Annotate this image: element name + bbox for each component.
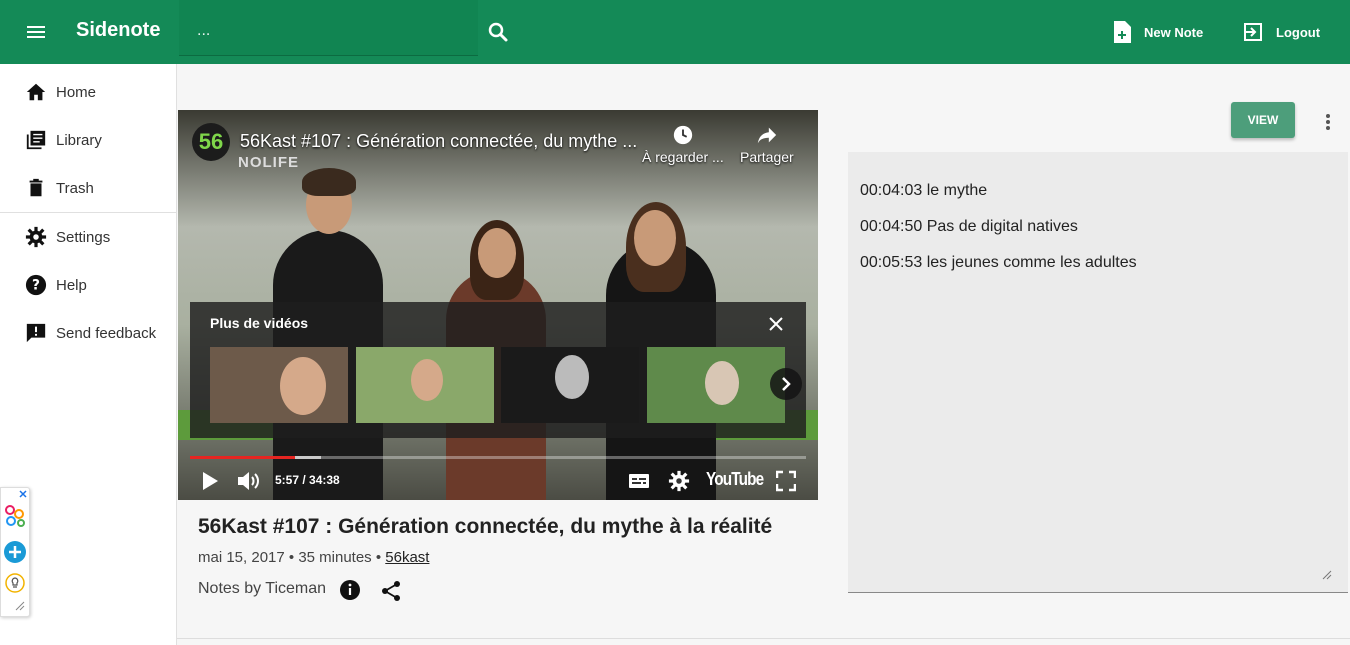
- svg-text:?: ?: [32, 278, 40, 294]
- subtitles-icon[interactable]: [628, 470, 650, 492]
- sidebar-item-label: Home: [56, 83, 97, 101]
- watch-later-button[interactable]: À regarder ...: [642, 124, 724, 165]
- play-icon[interactable]: [200, 470, 220, 492]
- more-videos-label: Plus de vidéos: [210, 315, 309, 331]
- library-icon: [26, 130, 46, 150]
- info-icon[interactable]: [340, 580, 360, 600]
- share-arrow-icon: [757, 127, 777, 144]
- search-box: [179, 0, 478, 56]
- share-video-button[interactable]: Partager: [740, 124, 794, 165]
- home-icon: [26, 83, 46, 101]
- watch-later-label: À regarder ...: [642, 149, 724, 165]
- video-thumbnail[interactable]: [356, 347, 494, 423]
- youtube-logo[interactable]: YouTube: [706, 469, 764, 490]
- help-icon: ?: [25, 274, 47, 296]
- app-title[interactable]: Sidenote: [76, 19, 160, 42]
- note-line: 00:05:53 les jeunes comme les adultes: [860, 254, 1137, 271]
- note-line: 00:04:50 Pas de digital natives: [860, 218, 1078, 235]
- progress-played: [190, 456, 295, 459]
- settings-icon[interactable]: [668, 470, 690, 492]
- video-meta: mai 15, 2017 • 35 minutes • 56kast: [198, 549, 429, 566]
- video-thumbnail[interactable]: [210, 347, 348, 423]
- close-icon[interactable]: [19, 490, 27, 498]
- sidebar-item-label: Send feedback: [56, 324, 157, 342]
- new-note-label: New Note: [1144, 24, 1204, 40]
- sidebar-item-send-feedback[interactable]: Send feedback: [0, 309, 176, 357]
- sidebar-item-label: Help: [56, 276, 87, 294]
- sidebar-item-help[interactable]: ? Help: [0, 261, 176, 309]
- sidebar-item-label: Trash: [56, 179, 94, 197]
- video-thumbnail[interactable]: [501, 347, 639, 423]
- search-input[interactable]: [195, 18, 459, 44]
- new-note-icon: [1114, 21, 1131, 43]
- sidebar-item-settings[interactable]: Settings: [0, 213, 176, 261]
- logout-icon: [1244, 23, 1262, 41]
- fullscreen-icon[interactable]: [776, 470, 796, 492]
- extension-logo-icon[interactable]: [4, 504, 26, 528]
- video-player[interactable]: 56 NOLIFE 56Kast #107 : Génération conne…: [178, 110, 818, 500]
- trash-icon: [29, 178, 43, 197]
- share-icon[interactable]: [380, 580, 402, 602]
- time-display: 5:57 / 34:38: [275, 473, 340, 487]
- sidebar-item-label: Library: [56, 131, 102, 149]
- note-line: 00:04:03 le mythe: [860, 182, 988, 199]
- volume-icon[interactable]: [236, 470, 262, 492]
- logout-label: Logout: [1276, 24, 1321, 40]
- share-label: Partager: [740, 149, 794, 165]
- video-thumbnail[interactable]: [647, 347, 785, 423]
- sidebar-item-library[interactable]: Library: [0, 116, 176, 164]
- search-icon[interactable]: [486, 20, 510, 44]
- view-button[interactable]: VIEW: [1231, 102, 1295, 138]
- progress-buffered: [294, 456, 321, 459]
- extension-widget: [0, 487, 30, 617]
- menu-icon[interactable]: [24, 20, 48, 44]
- sidebar-item-home[interactable]: Home: [0, 68, 176, 116]
- bottom-divider: [177, 638, 1350, 639]
- gear-icon: [25, 226, 47, 248]
- sidebar-item-label: Settings: [56, 228, 111, 246]
- channel-watermark: NOLIFE: [238, 154, 299, 171]
- chevron-right-icon: [782, 377, 791, 391]
- channel-link[interactable]: 56kast: [385, 549, 429, 566]
- notes-textarea[interactable]: 00:04:03 le mythe 00:04:50 Pas de digita…: [848, 152, 1348, 593]
- close-icon[interactable]: [768, 316, 784, 332]
- progress-bar[interactable]: [190, 456, 806, 459]
- next-thumbnails-button[interactable]: [770, 368, 802, 400]
- more-vert-icon[interactable]: [1318, 110, 1338, 134]
- feedback-icon: [26, 323, 46, 343]
- resize-handle-icon[interactable]: [1322, 570, 1332, 580]
- video-meta-text: mai 15, 2017 • 35 minutes •: [198, 549, 386, 566]
- lightbulb-icon[interactable]: [5, 573, 25, 593]
- add-circle-icon[interactable]: [3, 540, 27, 564]
- app-bar: Sidenote New Note Logout: [0, 0, 1350, 64]
- resize-grip-icon[interactable]: [15, 601, 25, 611]
- video-title: 56Kast #107 : Génération connectée, du m…: [198, 515, 773, 538]
- player-title[interactable]: 56Kast #107 : Génération connectée, du m…: [240, 131, 637, 152]
- sidebar-item-trash[interactable]: Trash: [0, 164, 176, 212]
- new-note-button[interactable]: New Note: [1112, 20, 1203, 44]
- logout-button[interactable]: Logout: [1242, 20, 1320, 44]
- clock-icon: [673, 125, 693, 145]
- channel-logo[interactable]: 56: [192, 123, 230, 161]
- notes-author: Notes by Ticeman: [198, 580, 327, 597]
- more-videos-panel: Plus de vidéos: [190, 302, 806, 438]
